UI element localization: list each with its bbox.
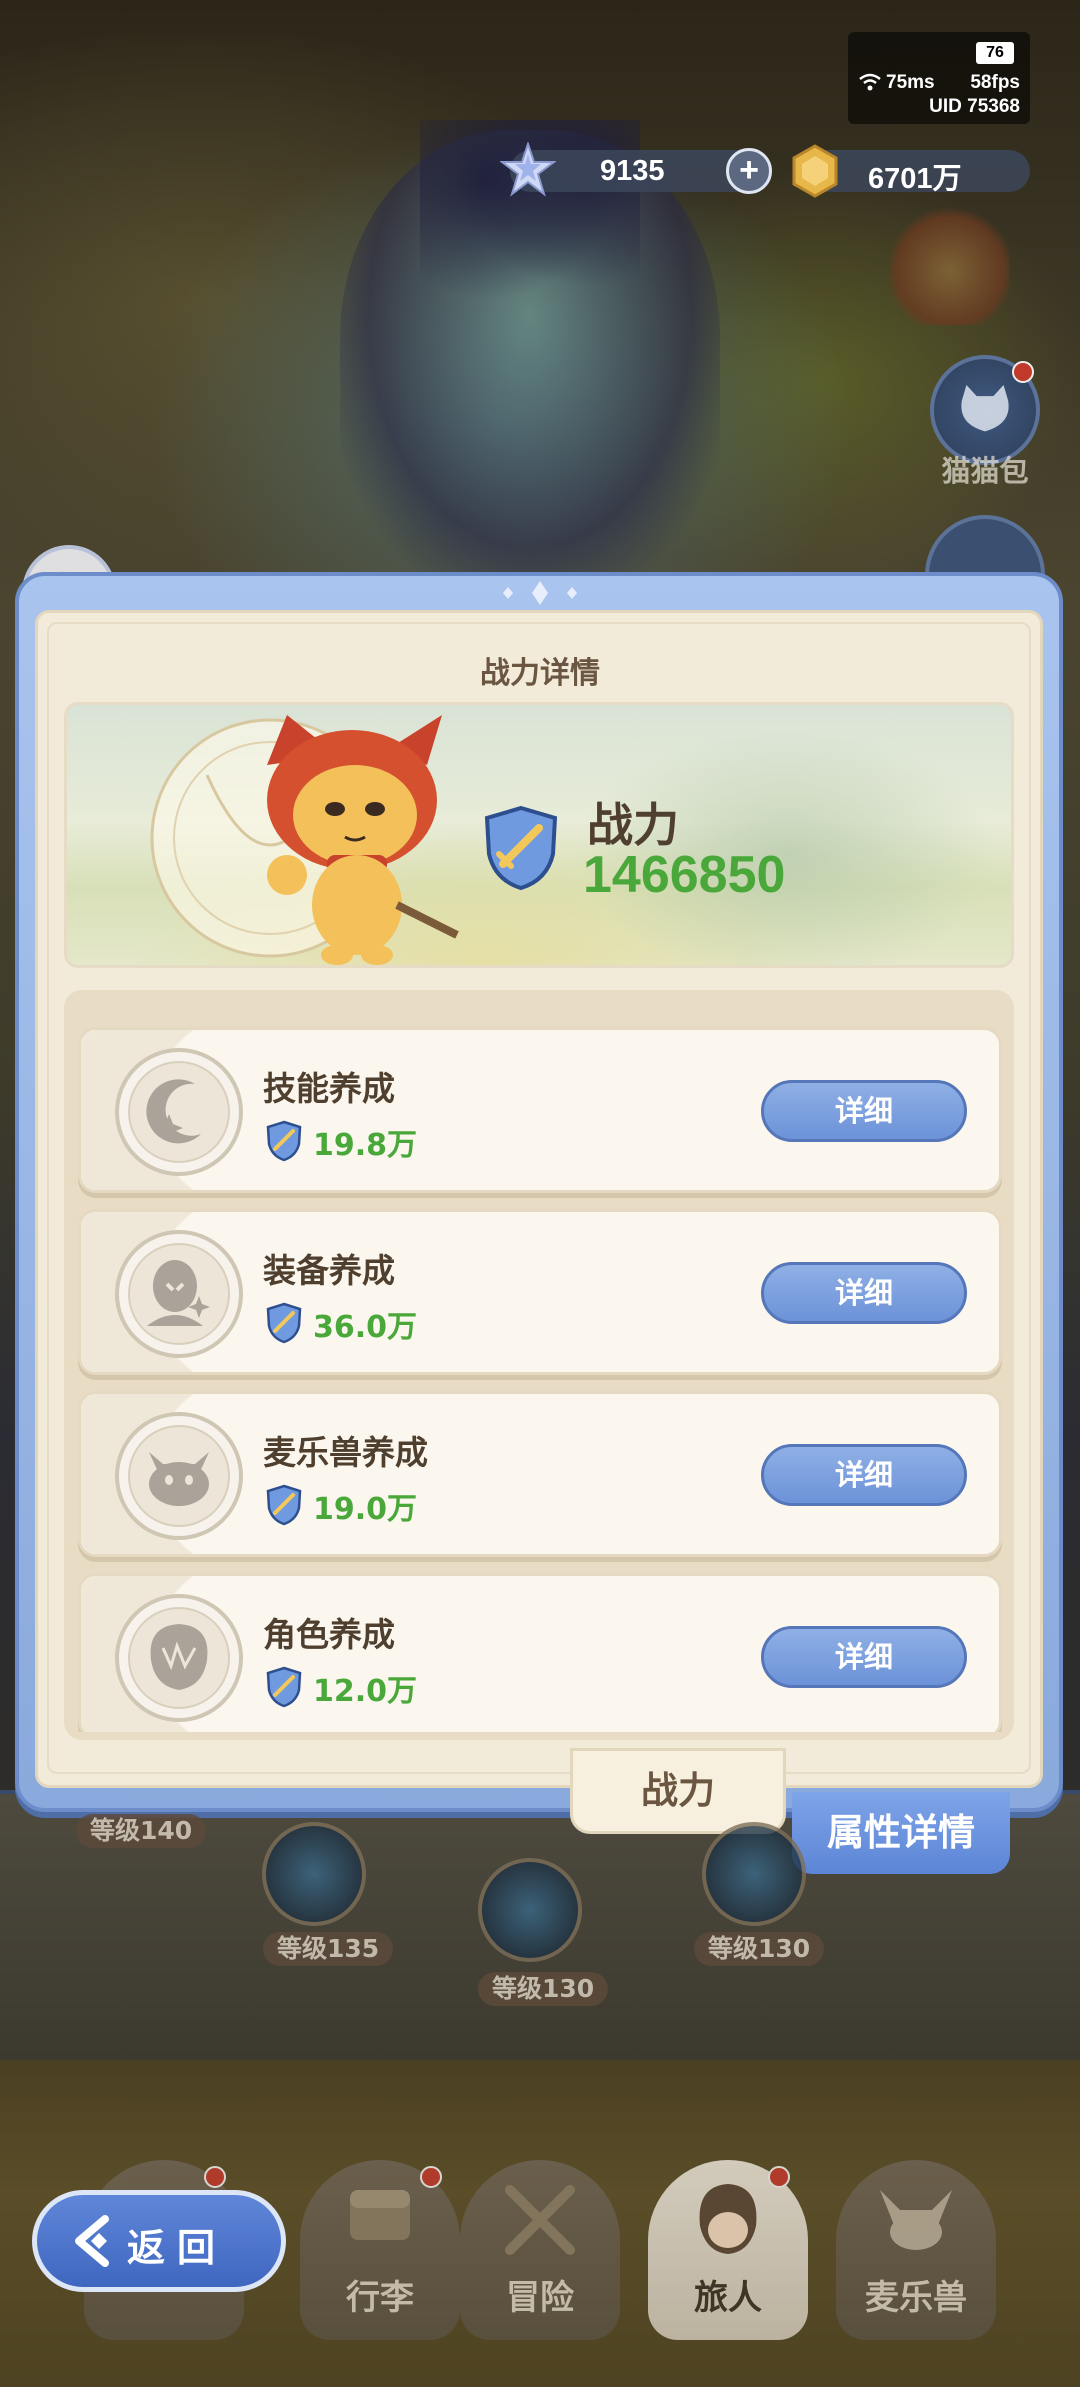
cultivation-card-equipment: 装备养成 36.0万 详细: [78, 1209, 1002, 1375]
nav-label: 麦乐兽: [865, 2278, 967, 2318]
wifi-icon: [859, 73, 881, 91]
power-shield-icon: [266, 1666, 302, 1708]
power-shield-icon: [266, 1484, 302, 1526]
back-label: 返回: [127, 2226, 228, 2270]
cultivation-value: 36.0万: [313, 1310, 418, 1345]
cultivation-title: 麦乐兽养成: [263, 1433, 428, 1472]
fox-head-icon: [880, 2190, 952, 2250]
uid-readout: UID 75368: [929, 96, 1020, 117]
detail-button[interactable]: 详细: [761, 1626, 967, 1688]
level-node: [262, 1822, 366, 1926]
power-shield-icon: [484, 805, 558, 891]
power-shield-icon: [266, 1302, 302, 1344]
nav-item-traveler[interactable]: 旅人: [648, 2160, 808, 2340]
notification-dot: [204, 2166, 226, 2188]
cultivation-title: 装备养成: [263, 1251, 395, 1290]
cultivation-value: 19.8万: [313, 1128, 418, 1163]
ping-readout: 75ms: [886, 72, 935, 93]
cultivation-title: 角色养成: [263, 1615, 395, 1654]
star-gem-icon: [500, 142, 556, 197]
gold-count: 6701万: [868, 163, 962, 195]
level-badge: 等级130: [478, 1972, 609, 2006]
cultivation-list: 技能养成 19.8万 详细 装备养成 36.0万 详细 麦乐兽养成 19.0万 …: [64, 1010, 1014, 1732]
nav-item-luggage[interactable]: 行李: [300, 2160, 460, 2340]
cat-face-icon: [115, 1412, 243, 1540]
cultivation-value: 19.0万: [313, 1492, 418, 1527]
panel-ornament-icon: [503, 581, 577, 605]
level-node: [478, 1858, 582, 1962]
battery-indicator: 76: [976, 42, 1014, 64]
cultivation-card-character: 角色养成 12.0万 详细: [78, 1573, 1002, 1732]
back-arrow-icon: [75, 2215, 109, 2267]
nav-item-adventure[interactable]: 冒险: [460, 2160, 620, 2340]
detail-button[interactable]: 详细: [761, 1262, 967, 1324]
star-currency: 9135 +: [500, 142, 772, 197]
power-summary-banner: 战力 1466850: [64, 702, 1014, 968]
add-stars-button[interactable]: +: [726, 148, 772, 194]
level-badge: 等级135: [263, 1932, 394, 1966]
notification-dot: [768, 2166, 790, 2188]
back-button[interactable]: 返回: [32, 2190, 286, 2292]
crescent-sparkle-icon: [115, 1048, 243, 1176]
star-count: 9135: [600, 155, 665, 187]
nav-item-pets[interactable]: 麦乐兽: [836, 2160, 996, 2340]
power-value: 1466850: [583, 846, 786, 904]
nav-label: 行李: [346, 2278, 414, 2318]
level-node: [702, 1822, 806, 1926]
cultivation-card-skill: 技能养成 19.8万 详细: [78, 1027, 1002, 1193]
companion-portrait: [890, 205, 1010, 325]
detail-button[interactable]: 详细: [761, 1444, 967, 1506]
fps-readout: 58fps: [970, 72, 1020, 93]
crossed-swords-icon: [505, 2185, 575, 2255]
detail-button[interactable]: 详细: [761, 1080, 967, 1142]
cultivation-value: 12.0万: [313, 1674, 418, 1709]
character-head-icon: [115, 1594, 243, 1722]
panel-title: 战力详情: [480, 656, 600, 691]
notification-dot: [420, 2166, 442, 2188]
level-badge: 等级130: [694, 1932, 825, 1966]
nav-label: 冒险: [506, 2278, 574, 2318]
fox-mascot-icon: [267, 715, 459, 965]
cultivation-card-pet: 麦乐兽养成 19.0万 详细: [78, 1391, 1002, 1557]
cat-bag-label: 猫猫包: [941, 454, 1029, 488]
status-overlay: 76 75ms 58fps UID 75368: [848, 32, 1030, 124]
gold-currency: 6701万: [792, 144, 1030, 198]
nav-label: 旅人: [694, 2278, 762, 2318]
level-badge: 等级140: [76, 1814, 207, 1848]
power-shield-icon: [266, 1120, 302, 1162]
tab-attribute-details[interactable]: 属性详情: [792, 1792, 1010, 1874]
gold-coin-icon: [792, 144, 838, 198]
cultivation-title: 技能养成: [263, 1069, 395, 1108]
equipment-mask-icon: [115, 1230, 243, 1358]
notification-dot: [1012, 361, 1034, 383]
